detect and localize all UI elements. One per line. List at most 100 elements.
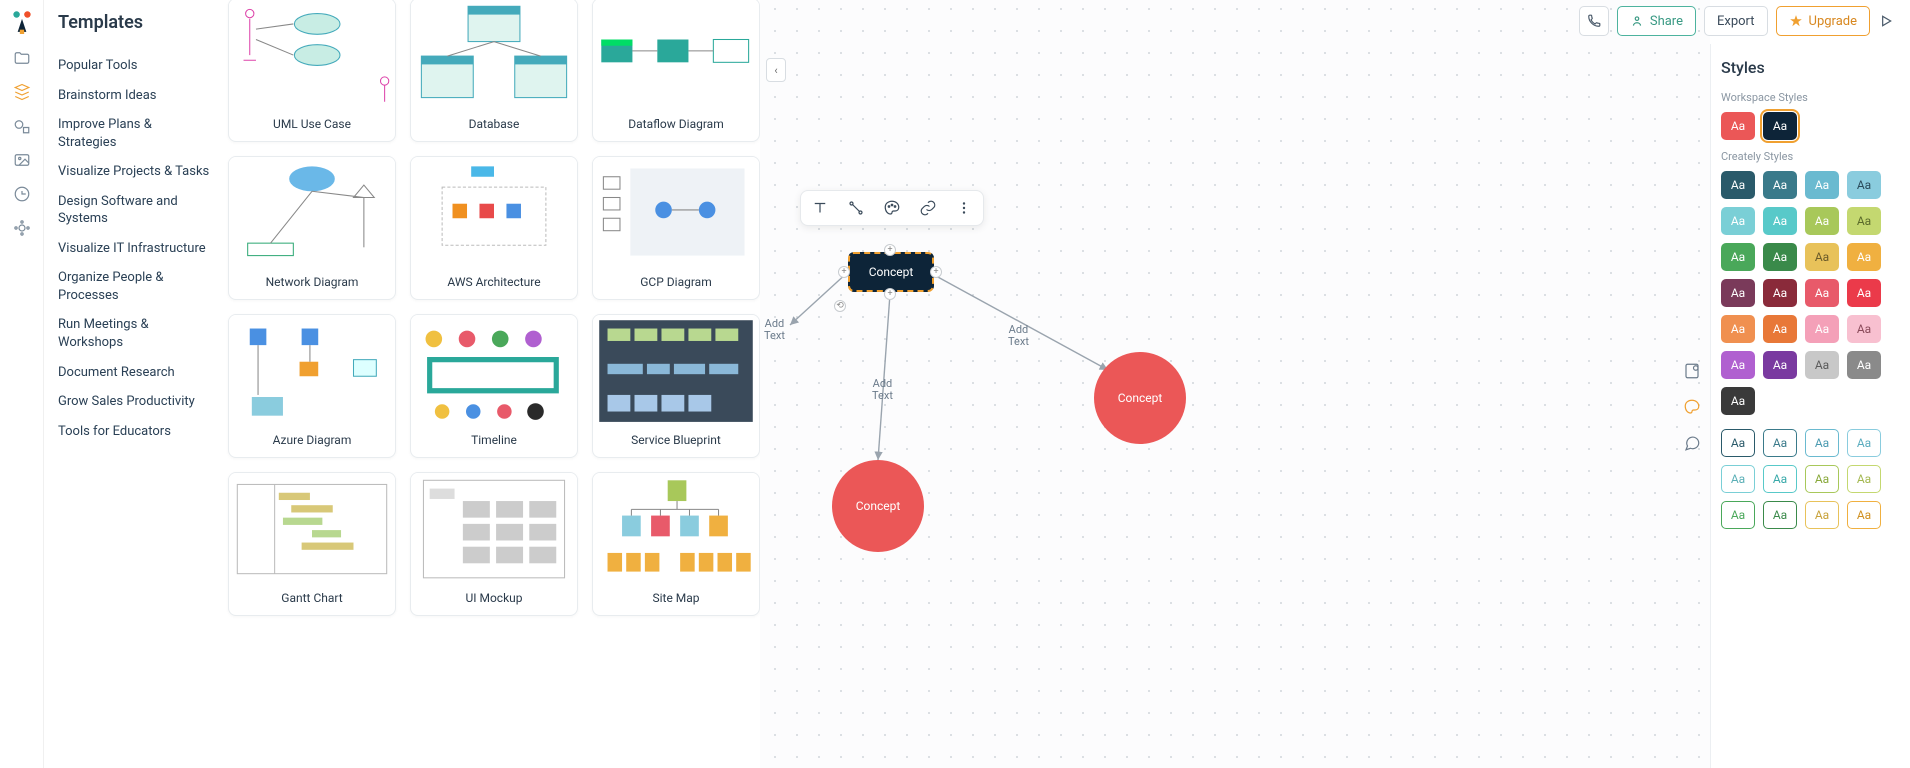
edge-hint-mid[interactable]: Add Text: [872, 378, 893, 402]
export-button[interactable]: Export: [1704, 6, 1768, 36]
style-swatch[interactable]: Aa: [1721, 279, 1755, 307]
template-card[interactable]: UML Use Case: [228, 0, 396, 142]
template-card[interactable]: AWS Architecture: [410, 156, 578, 300]
node-handle-right[interactable]: +: [930, 266, 942, 278]
style-swatch[interactable]: Aa: [1721, 429, 1755, 457]
style-swatch[interactable]: Aa: [1847, 501, 1881, 529]
style-swatch[interactable]: Aa: [1721, 112, 1755, 140]
folder-icon[interactable]: [12, 48, 32, 68]
more-tools-icon[interactable]: [953, 197, 975, 219]
style-swatch[interactable]: Aa: [1847, 465, 1881, 493]
upgrade-button[interactable]: Upgrade: [1776, 6, 1870, 36]
template-card[interactable]: Gantt Chart: [228, 472, 396, 616]
share-button[interactable]: Share: [1617, 6, 1696, 36]
category-item[interactable]: Design Software and Systems: [58, 187, 211, 234]
present-button[interactable]: [1878, 6, 1902, 36]
style-swatch[interactable]: Aa: [1805, 207, 1839, 235]
template-card[interactable]: Network Diagram: [228, 156, 396, 300]
integrations-icon[interactable]: [12, 218, 32, 238]
style-swatch[interactable]: Aa: [1805, 315, 1839, 343]
style-swatch[interactable]: Aa: [1721, 501, 1755, 529]
styles-rail-icon[interactable]: [1681, 398, 1703, 416]
shapes-icon[interactable]: [12, 116, 32, 136]
style-swatch[interactable]: Aa: [1847, 429, 1881, 457]
phone-button[interactable]: [1579, 6, 1609, 36]
category-item[interactable]: Improve Plans & Strategies: [58, 110, 211, 157]
concept-node-2[interactable]: Concept: [1094, 352, 1186, 444]
comments-icon[interactable]: [1681, 434, 1703, 452]
node-handle-bottom[interactable]: +: [884, 288, 896, 300]
style-swatch[interactable]: Aa: [1805, 351, 1839, 379]
node-handle-top[interactable]: +: [884, 244, 896, 256]
style-swatch[interactable]: Aa: [1763, 501, 1797, 529]
template-card[interactable]: GCP Diagram: [592, 156, 760, 300]
template-card[interactable]: Dataflow Diagram: [592, 0, 760, 142]
style-swatch[interactable]: Aa: [1721, 351, 1755, 379]
style-swatch[interactable]: Aa: [1805, 171, 1839, 199]
context-toolbar: [800, 190, 984, 226]
template-thumbnail: [229, 473, 395, 585]
style-swatch[interactable]: Aa: [1847, 171, 1881, 199]
category-item[interactable]: Visualize Projects & Tasks: [58, 157, 211, 187]
style-swatch[interactable]: Aa: [1847, 315, 1881, 343]
templates-icon[interactable]: [12, 82, 32, 102]
image-icon[interactable]: [12, 150, 32, 170]
template-label: AWS Architecture: [443, 269, 544, 297]
style-swatch[interactable]: Aa: [1805, 501, 1839, 529]
category-item[interactable]: Grow Sales Productivity: [58, 387, 211, 417]
rotate-handle[interactable]: ⟲: [834, 300, 846, 312]
style-swatch[interactable]: Aa: [1805, 429, 1839, 457]
template-card[interactable]: Site Map: [592, 472, 760, 616]
template-card[interactable]: Timeline: [410, 314, 578, 458]
style-swatch[interactable]: Aa: [1847, 351, 1881, 379]
style-swatch[interactable]: Aa: [1721, 465, 1755, 493]
style-swatch[interactable]: Aa: [1763, 243, 1797, 271]
google-icon[interactable]: [12, 184, 32, 204]
style-swatch[interactable]: Aa: [1763, 207, 1797, 235]
concept-node-main[interactable]: Concept: [848, 252, 934, 292]
style-swatch[interactable]: Aa: [1805, 465, 1839, 493]
template-card[interactable]: UI Mockup: [410, 472, 578, 616]
category-item[interactable]: Document Research: [58, 358, 211, 388]
edge-hint-right[interactable]: Add Text: [1008, 324, 1029, 348]
collapse-panel-button[interactable]: ‹: [766, 58, 786, 82]
style-swatch[interactable]: Aa: [1763, 465, 1797, 493]
category-item[interactable]: Tools for Educators: [58, 417, 211, 447]
category-item[interactable]: Run Meetings & Workshops: [58, 310, 211, 357]
style-swatch[interactable]: Aa: [1721, 243, 1755, 271]
style-swatch[interactable]: Aa: [1847, 243, 1881, 271]
style-swatch[interactable]: Aa: [1847, 279, 1881, 307]
style-swatch[interactable]: Aa: [1721, 207, 1755, 235]
template-card[interactable]: Azure Diagram: [228, 314, 396, 458]
style-swatch[interactable]: Aa: [1721, 171, 1755, 199]
category-item[interactable]: Brainstorm Ideas: [58, 81, 211, 111]
connector-tool-icon[interactable]: [845, 197, 867, 219]
template-card[interactable]: Database: [410, 0, 578, 142]
concept-node-1[interactable]: Concept: [832, 460, 924, 552]
template-card[interactable]: Service Blueprint: [592, 314, 760, 458]
category-item[interactable]: Visualize IT Infrastructure: [58, 234, 211, 264]
node-handle-left[interactable]: +: [838, 266, 850, 278]
style-swatch[interactable]: Aa: [1763, 429, 1797, 457]
style-swatch[interactable]: Aa: [1763, 279, 1797, 307]
creately-styles-label: Creately Styles: [1721, 150, 1900, 163]
category-item[interactable]: Popular Tools: [58, 51, 211, 81]
canvas[interactable]: ‹ Concept + + + + ⟲ Concept Concept Add …: [760, 0, 1710, 768]
style-swatch[interactable]: Aa: [1763, 315, 1797, 343]
style-swatch[interactable]: Aa: [1721, 387, 1755, 415]
link-tool-icon[interactable]: [917, 197, 939, 219]
text-tool-icon[interactable]: [809, 197, 831, 219]
style-swatch[interactable]: Aa: [1763, 351, 1797, 379]
edge-hint-left[interactable]: Add Text: [764, 318, 785, 342]
properties-icon[interactable]: [1681, 362, 1703, 380]
style-swatch[interactable]: Aa: [1763, 112, 1797, 140]
style-swatch[interactable]: Aa: [1805, 279, 1839, 307]
template-label: UML Use Case: [269, 111, 355, 139]
style-swatch[interactable]: Aa: [1763, 171, 1797, 199]
style-swatch[interactable]: Aa: [1805, 243, 1839, 271]
workspace-styles-label: Workspace Styles: [1721, 91, 1900, 104]
style-swatch[interactable]: Aa: [1847, 207, 1881, 235]
style-swatch[interactable]: Aa: [1721, 315, 1755, 343]
style-picker-icon[interactable]: [881, 197, 903, 219]
category-item[interactable]: Organize People & Processes: [58, 263, 211, 310]
